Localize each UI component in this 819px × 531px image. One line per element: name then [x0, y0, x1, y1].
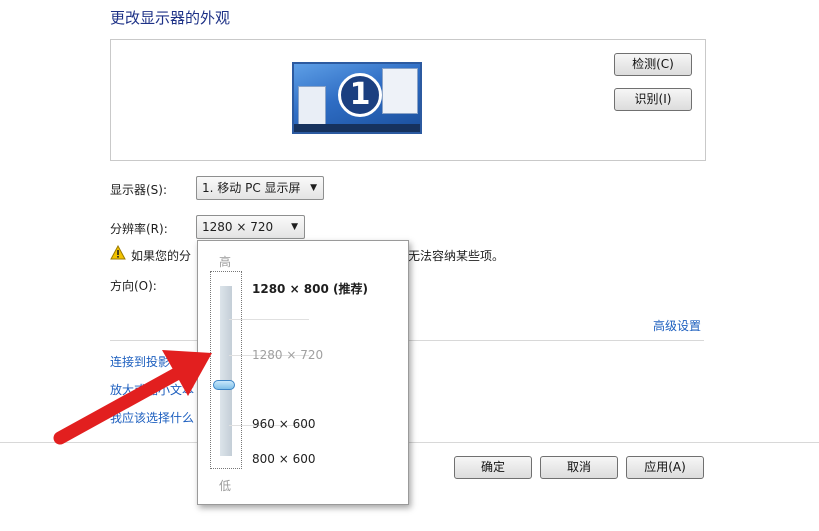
slider-high-label: 高: [219, 255, 232, 269]
slider-low-label: 低: [219, 479, 232, 493]
page-title: 更改显示器的外观: [110, 9, 231, 27]
cancel-button[interactable]: 取消: [540, 456, 618, 479]
resolution-select[interactable]: 1280 × 720 ▼: [196, 215, 305, 239]
orientation-label: 方向(O):: [110, 279, 157, 293]
chevron-down-icon: ▼: [291, 222, 298, 232]
window-thumbnail: [298, 86, 326, 126]
warning-text-right: 无法容纳某些项。: [408, 249, 505, 263]
warning-text-left: 如果您的分: [131, 249, 192, 263]
help-link[interactable]: 我应该选择什么: [110, 409, 194, 426]
monitor-number-badge: 1: [338, 73, 382, 117]
advanced-settings-link[interactable]: 高级设置: [653, 317, 701, 334]
chevron-down-icon: ▼: [310, 183, 317, 193]
resolution-label: 分辨率(R):: [110, 222, 168, 236]
warning-icon: [110, 245, 126, 260]
monitor-preview-panel: 1 检测(C) 识别(I): [110, 39, 706, 161]
resolution-option[interactable]: 960 × 600: [252, 417, 316, 431]
display-label: 显示器(S):: [110, 183, 168, 197]
resolution-option[interactable]: 800 × 600: [252, 452, 316, 466]
ok-button[interactable]: 确定: [454, 456, 532, 479]
slider-thumb[interactable]: [213, 380, 235, 390]
identify-button[interactable]: 识别(I): [614, 88, 692, 111]
resolution-select-value: 1280 × 720: [202, 220, 274, 234]
slider-track: [220, 286, 232, 456]
window-thumbnail: [382, 68, 418, 114]
resolution-dropdown: 高 低 1280 × 800 (推荐) 1280 × 720 960 × 600…: [197, 240, 409, 505]
text-size-link[interactable]: 放大或缩小文本: [110, 381, 194, 398]
resolution-option[interactable]: 1280 × 720: [252, 348, 323, 362]
projector-link[interactable]: 连接到投影仪: [110, 353, 182, 370]
taskbar-thumbnail: [294, 124, 420, 132]
resolution-option[interactable]: 1280 × 800 (推荐): [252, 280, 368, 297]
apply-button[interactable]: 应用(A): [626, 456, 704, 479]
display-select-value: 1. 移动 PC 显示屏: [202, 181, 301, 195]
footer-divider: [0, 442, 819, 443]
display-select[interactable]: 1. 移动 PC 显示屏 ▼: [196, 176, 324, 200]
detect-button[interactable]: 检测(C): [614, 53, 692, 76]
monitor-icon[interactable]: 1: [292, 62, 422, 134]
slider-tick: [229, 319, 309, 320]
resolution-slider[interactable]: [210, 271, 309, 469]
